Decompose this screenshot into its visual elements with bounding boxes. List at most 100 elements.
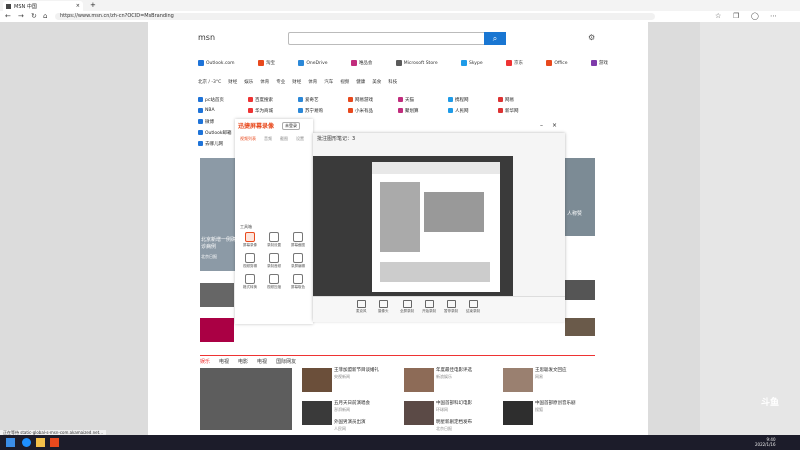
minimize-icon[interactable]: – xyxy=(540,122,543,129)
quick-link[interactable]: Skype xyxy=(461,58,483,68)
news-item[interactable]: 外国男演员出演 人民网 xyxy=(334,420,386,432)
profile-icon[interactable]: ◯ xyxy=(751,12,759,20)
link-cell[interactable]: 小米有品 xyxy=(348,105,398,116)
close-tab-icon[interactable]: × xyxy=(76,3,80,9)
entertainment-tab[interactable]: 电视 xyxy=(219,358,229,365)
nav-item[interactable]: 汽车 xyxy=(324,79,333,85)
windows-start-icon[interactable] xyxy=(6,438,15,447)
nav-item[interactable]: 体育 xyxy=(308,79,317,85)
preview-control[interactable]: 麦克风 xyxy=(356,300,367,314)
link-cell[interactable]: 网易游戏 xyxy=(348,94,398,105)
news-thumb[interactable] xyxy=(404,401,434,425)
news-item[interactable]: 中国首部原创音乐剧 搜狐 xyxy=(535,401,587,413)
tool-item[interactable]: 视频剪辑 xyxy=(238,253,262,269)
site-link[interactable]: pc站首页 xyxy=(205,97,224,103)
site-link[interactable]: 网易 xyxy=(505,97,514,103)
left-news-headline[interactable]: 北京新增一例确诊病例 xyxy=(201,236,236,250)
quick-link[interactable]: 京东 xyxy=(505,58,523,68)
site-link[interactable]: 网易游戏 xyxy=(355,97,373,103)
favorite-icon[interactable]: ☆ xyxy=(715,12,721,20)
nav-item[interactable]: 视频 xyxy=(340,79,349,85)
quick-link[interactable]: 游戏 xyxy=(590,58,608,68)
news-item[interactable]: 年度最佳电影评选 新浪娱乐 xyxy=(436,368,488,380)
tool-item[interactable]: 格式转换 xyxy=(238,274,262,290)
link-cell[interactable]: 人民网 xyxy=(448,105,498,116)
collections-icon[interactable]: ❐ xyxy=(733,12,739,20)
site-link[interactable]: 新华网 xyxy=(505,108,519,114)
site-link[interactable]: 天猫 xyxy=(405,97,414,103)
news-thumb[interactable] xyxy=(503,401,533,425)
site-link[interactable]: 携程网 xyxy=(455,97,469,103)
close-icon[interactable]: × xyxy=(552,122,557,129)
new-tab-button[interactable]: + xyxy=(90,1,96,9)
site-link[interactable]: 小米有品 xyxy=(355,108,373,114)
right-news-headline[interactable]: 人称赞 xyxy=(567,210,582,217)
recorder-tab[interactable]: 截图 xyxy=(280,136,288,142)
browser-tab[interactable]: MSN 中国 × xyxy=(3,1,83,11)
tool-item[interactable]: 录制音频 xyxy=(262,253,286,269)
news-item[interactable]: 五月天日前演唱会 澎湃新闻 xyxy=(334,401,386,413)
preview-control[interactable]: 摄像头 xyxy=(378,300,389,314)
menu-icon[interactable]: ⋯ xyxy=(770,12,777,20)
entertainment-tab[interactable]: 电视 xyxy=(257,358,267,365)
link-cell[interactable]: 百度搜索 xyxy=(248,94,298,105)
nav-item[interactable]: 专业 xyxy=(276,79,285,85)
nav-item[interactable]: 财经 xyxy=(292,79,301,85)
nav-item[interactable]: 财经 xyxy=(228,79,237,85)
site-link[interactable]: NBA xyxy=(205,108,215,113)
forward-icon[interactable]: → xyxy=(18,12,24,20)
news-item[interactable]: 中国首部科幻电影 环球网 xyxy=(436,401,488,413)
site-link[interactable]: 百度搜索 xyxy=(255,97,273,103)
news-item[interactable]: 王思聪发文回应 网易 xyxy=(535,368,587,380)
feature-photo[interactable] xyxy=(200,368,292,430)
gear-icon[interactable]: ⚙ xyxy=(588,33,595,42)
folder-icon[interactable] xyxy=(36,438,45,447)
recorder-tab[interactable]: 视频列表 xyxy=(240,136,256,142)
tool-item[interactable]: 屏幕取色 xyxy=(286,274,310,290)
site-link[interactable]: 爱奇艺 xyxy=(305,97,319,103)
site-link[interactable]: 微博 xyxy=(205,119,214,125)
nav-item[interactable]: 健康 xyxy=(356,79,365,85)
site-link[interactable]: 人民网 xyxy=(455,108,469,114)
tool-item[interactable]: 录屏编辑 xyxy=(286,253,310,269)
quick-link[interactable]: Office xyxy=(546,58,568,68)
link-cell[interactable]: 网易 xyxy=(498,94,548,105)
site-link[interactable]: 去哪儿网 xyxy=(205,141,223,147)
entertainment-tab[interactable]: 娱乐 xyxy=(200,358,210,365)
preview-control[interactable]: 全屏录制 xyxy=(400,300,414,314)
nav-item[interactable]: 科技 xyxy=(388,79,397,85)
news-item[interactable]: 王菲加盟新节目谈婚礼 央视新闻 xyxy=(334,368,386,380)
preview-control[interactable]: 开始录制 xyxy=(422,300,436,314)
site-link[interactable]: 华为商城 xyxy=(255,108,273,114)
entertainment-tab[interactable]: 国际网友 xyxy=(276,358,296,365)
home-icon[interactable]: ⌂ xyxy=(43,12,47,20)
link-cell[interactable]: NBA xyxy=(198,105,248,116)
tool-item[interactable]: 屏幕截图 xyxy=(286,232,310,248)
quick-link[interactable]: OneDrive xyxy=(298,58,328,68)
nav-item[interactable]: 北京 / -3°C xyxy=(198,79,221,85)
news-thumb[interactable] xyxy=(302,401,332,425)
quick-link[interactable]: Outlook.com xyxy=(198,58,235,68)
nav-item[interactable]: 体育 xyxy=(260,79,269,85)
link-cell[interactable]: 华为商城 xyxy=(248,105,298,116)
site-link[interactable]: Outlook邮箱 xyxy=(205,130,232,136)
news-thumb[interactable] xyxy=(565,280,595,300)
site-link[interactable]: 聚划算 xyxy=(405,108,419,114)
recorder-app-icon[interactable] xyxy=(50,438,59,447)
login-badge[interactable]: 未登录 xyxy=(282,122,300,130)
news-thumb[interactable] xyxy=(565,318,595,336)
link-cell[interactable]: 新华网 xyxy=(498,105,548,116)
tool-item[interactable]: 视频压缩 xyxy=(262,274,286,290)
link-cell[interactable]: pc站首页 xyxy=(198,94,248,105)
link-cell[interactable]: 聚划算 xyxy=(398,105,448,116)
site-link[interactable]: 苏宁易购 xyxy=(305,108,323,114)
tool-item[interactable]: 屏幕录像 xyxy=(238,232,262,248)
edge-icon[interactable] xyxy=(22,438,31,447)
preview-control[interactable]: 结束录制 xyxy=(466,300,480,314)
search-input[interactable] xyxy=(288,32,485,45)
news-thumb[interactable] xyxy=(404,368,434,392)
link-cell[interactable]: 天猫 xyxy=(398,94,448,105)
link-cell[interactable]: 爱奇艺 xyxy=(298,94,348,105)
address-bar[interactable]: https://www.msn.cn/zh-cn?OCID=MsBranding xyxy=(55,13,655,20)
recorder-tab[interactable]: 音频 xyxy=(264,136,272,142)
